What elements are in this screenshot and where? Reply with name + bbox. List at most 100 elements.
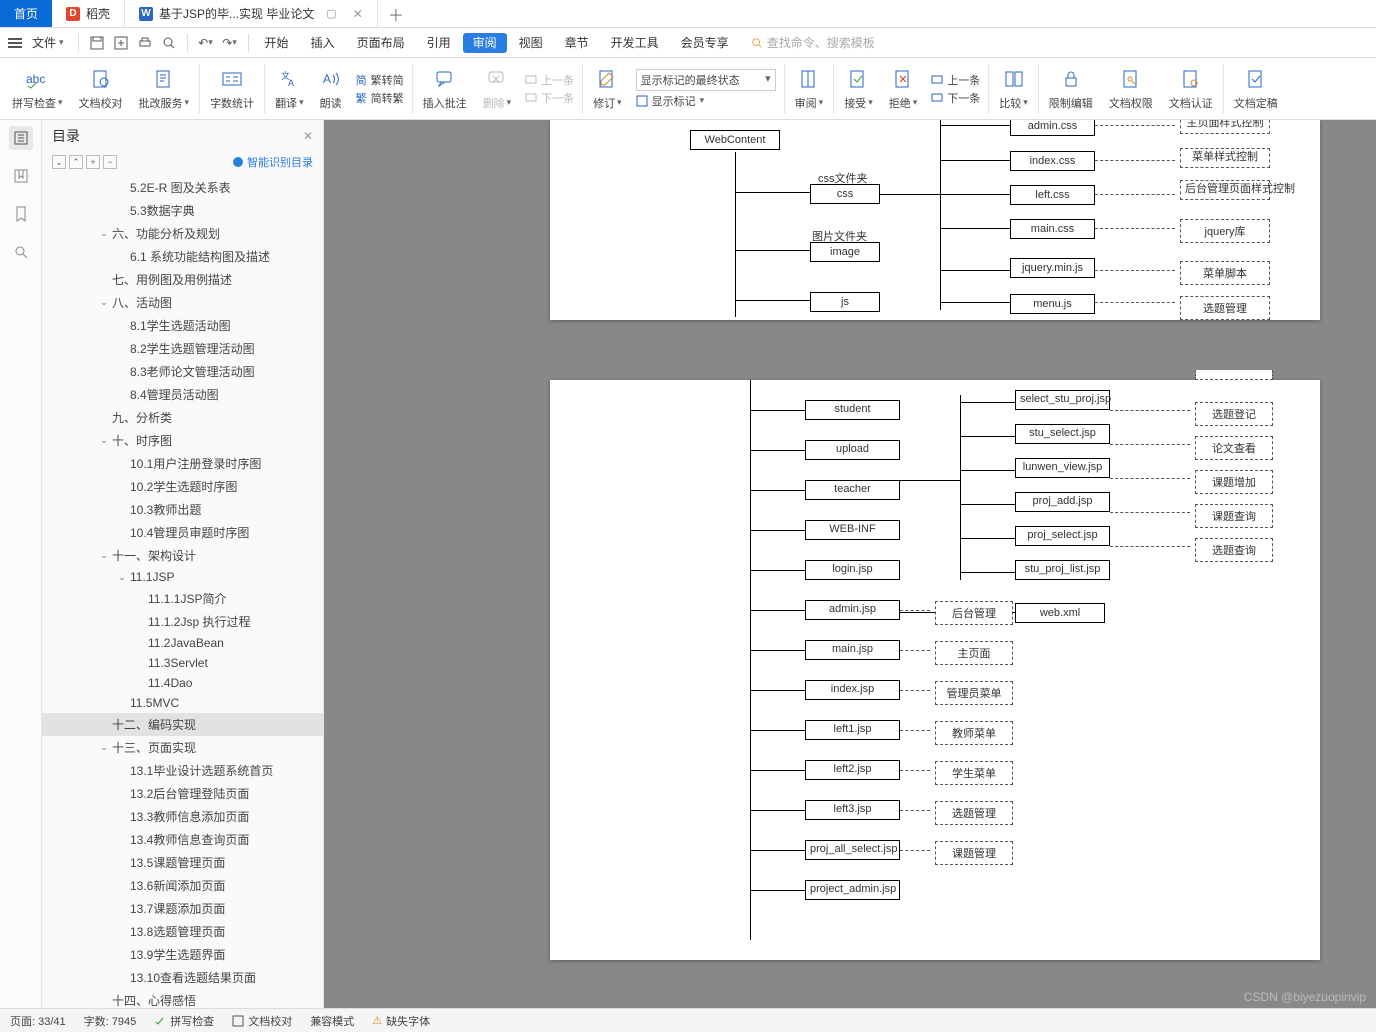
review-pane-button[interactable]: 审阅▾ [787, 58, 832, 119]
toc-level-up[interactable]: + [86, 155, 100, 169]
toc-item[interactable]: 5.2E-R 图及关系表 [42, 176, 323, 199]
toc-item[interactable]: 11.3Servlet [42, 653, 323, 673]
file-menu[interactable]: 文件▾ [26, 34, 70, 51]
toc-item[interactable]: 13.5课题管理页面 [42, 851, 323, 874]
status-proof[interactable]: 文档校对 [232, 1013, 292, 1029]
save-icon[interactable] [87, 33, 107, 53]
bookmark-panel-icon[interactable] [9, 164, 33, 188]
toc-item[interactable]: 10.4管理员审题时序图 [42, 521, 323, 544]
toc-item[interactable]: 11.5MVC [42, 693, 323, 713]
undo-icon[interactable]: ↶▾ [196, 33, 216, 53]
track-display-select[interactable]: 显示标记的最终状态 [636, 69, 776, 91]
prev-change[interactable]: 上一条 [931, 72, 980, 88]
toc-item[interactable]: 十二、编码实现 [42, 713, 323, 736]
restore-icon[interactable]: ▢ [326, 7, 336, 20]
certify-button[interactable]: 文档认证 [1161, 58, 1221, 119]
toc-item[interactable]: 13.1毕业设计选题系统首页 [42, 759, 323, 782]
print-icon[interactable] [135, 33, 155, 53]
insert-comment-button[interactable]: 插入批注 [415, 58, 475, 119]
toc-item[interactable]: 10.1用户注册登录时序图 [42, 452, 323, 475]
toc-list[interactable]: 5.2E-R 图及关系表5.3数据字典⌄六、功能分析及规划6.1 系统功能结构图… [42, 176, 323, 1008]
menu-view[interactable]: 视图 [509, 28, 553, 57]
toc-item[interactable]: 5.3数据字典 [42, 199, 323, 222]
menu-vip[interactable]: 会员专享 [671, 28, 739, 57]
accept-button[interactable]: 接受▾ [836, 58, 881, 119]
redo-icon[interactable]: ↷▾ [220, 33, 240, 53]
search-box[interactable]: 查找命令、搜索模板 [751, 34, 875, 51]
permissions-button[interactable]: 文档权限 [1101, 58, 1161, 119]
toc-item[interactable]: 13.2后台管理登陆页面 [42, 782, 323, 805]
status-spell[interactable]: 拼写检查 [154, 1013, 214, 1029]
smart-toc-button[interactable]: 智能识别目录 [233, 154, 313, 170]
preview-icon[interactable] [159, 33, 179, 53]
toc-item[interactable]: 8.3老师论文管理活动图 [42, 360, 323, 383]
toc-item[interactable]: 10.2学生选题时序图 [42, 475, 323, 498]
show-marks[interactable]: 显示标记▾ [636, 93, 776, 109]
wordcount-button[interactable]: 字数统计 [202, 58, 262, 119]
toc-icon[interactable] [9, 126, 33, 150]
status-missing-font[interactable]: ⚠缺失字体 [372, 1013, 430, 1029]
menu-review[interactable]: 审阅 [463, 33, 507, 53]
restrict-button[interactable]: 限制编辑 [1041, 58, 1101, 119]
approval-button[interactable]: 批改服务▾ [131, 58, 198, 119]
toc-item[interactable]: 6.1 系统功能结构图及描述 [42, 245, 323, 268]
menu-devtools[interactable]: 开发工具 [601, 28, 669, 57]
track-button[interactable]: 修订▾ [585, 58, 630, 119]
toc-item[interactable]: 13.4教师信息查询页面 [42, 828, 323, 851]
toc-item[interactable]: 11.1.2Jsp 执行过程 [42, 610, 323, 633]
prev-comment[interactable]: 上一条 [525, 72, 574, 88]
menu-insert[interactable]: 插入 [301, 28, 345, 57]
toc-item[interactable]: 13.3教师信息添加页面 [42, 805, 323, 828]
toc-item[interactable]: 13.8选题管理页面 [42, 920, 323, 943]
toc-item[interactable]: ⌄11.1JSP [42, 567, 323, 587]
toc-item[interactable]: 十四、心得感悟 [42, 989, 323, 1008]
menu-chapter[interactable]: 章节 [555, 28, 599, 57]
toc-collapse-all[interactable]: ⌃ [69, 155, 83, 169]
toc-item[interactable]: ⌄十一、架构设计 [42, 544, 323, 567]
toc-item[interactable]: ⌄六、功能分析及规划 [42, 222, 323, 245]
toc-item[interactable]: ⌄十三、页面实现 [42, 736, 323, 759]
toc-item[interactable]: 七、用例图及用例描述 [42, 268, 323, 291]
menu-pagelayout[interactable]: 页面布局 [347, 28, 415, 57]
close-toc-icon[interactable]: ✕ [303, 129, 313, 143]
toc-item[interactable]: 13.10查看选题结果页面 [42, 966, 323, 989]
delete-comment-button[interactable]: 删除▾ [475, 58, 520, 119]
saveas-icon[interactable] [111, 33, 131, 53]
status-words[interactable]: 字数: 7945 [84, 1013, 137, 1029]
status-page[interactable]: 页面: 33/41 [10, 1013, 66, 1029]
close-tab-icon[interactable]: ✕ [353, 7, 363, 21]
menu-start[interactable]: 开始 [255, 28, 299, 57]
toc-item[interactable]: 8.4管理员活动图 [42, 383, 323, 406]
toc-item[interactable]: 13.7课题添加页面 [42, 897, 323, 920]
document-area[interactable]: WebContent css文件夹 css 图片文件夹 image js adm… [324, 120, 1376, 1008]
jian-to-fan[interactable]: 繁简转繁 [356, 90, 404, 106]
menu-references[interactable]: 引用 [417, 28, 461, 57]
toc-item[interactable]: 13.9学生选题界面 [42, 943, 323, 966]
readaloud-button[interactable]: A朗读 [312, 58, 350, 119]
find-icon[interactable] [9, 240, 33, 264]
tab-document[interactable]: W 基于JSP的毕...实现 毕业论文 ▢ ✕ [125, 0, 378, 27]
fan-to-jian[interactable]: 简繁转简 [356, 72, 404, 88]
next-comment[interactable]: 下一条 [525, 90, 574, 106]
compare-button[interactable]: 比较▾ [991, 58, 1036, 119]
toc-level-down[interactable]: − [103, 155, 117, 169]
toc-item[interactable]: 10.3教师出题 [42, 498, 323, 521]
toc-item[interactable]: 11.2JavaBean [42, 633, 323, 653]
reject-button[interactable]: 拒绝▾ [881, 58, 926, 119]
toc-item[interactable]: ⌄十、时序图 [42, 429, 323, 452]
tab-doke[interactable]: D稻壳 [52, 0, 125, 27]
new-tab-button[interactable]: ＋ [378, 0, 414, 27]
tab-home[interactable]: 首页 [0, 0, 52, 27]
hamburger-icon[interactable] [8, 38, 22, 48]
toc-expand-all[interactable]: ⌄ [52, 155, 66, 169]
finalize-button[interactable]: 文档定稿 [1226, 58, 1286, 119]
toc-item[interactable]: 8.1学生选题活动图 [42, 314, 323, 337]
toc-item[interactable]: 11.4Dao [42, 673, 323, 693]
next-change[interactable]: 下一条 [931, 90, 980, 106]
toc-item[interactable]: ⌄八、活动图 [42, 291, 323, 314]
toc-item[interactable]: 13.6新闻添加页面 [42, 874, 323, 897]
docproof-button[interactable]: 文档校对 [71, 58, 131, 119]
toc-item[interactable]: 8.2学生选题管理活动图 [42, 337, 323, 360]
translate-button[interactable]: 文A翻译▾ [267, 58, 312, 119]
bookmark-icon[interactable] [9, 202, 33, 226]
